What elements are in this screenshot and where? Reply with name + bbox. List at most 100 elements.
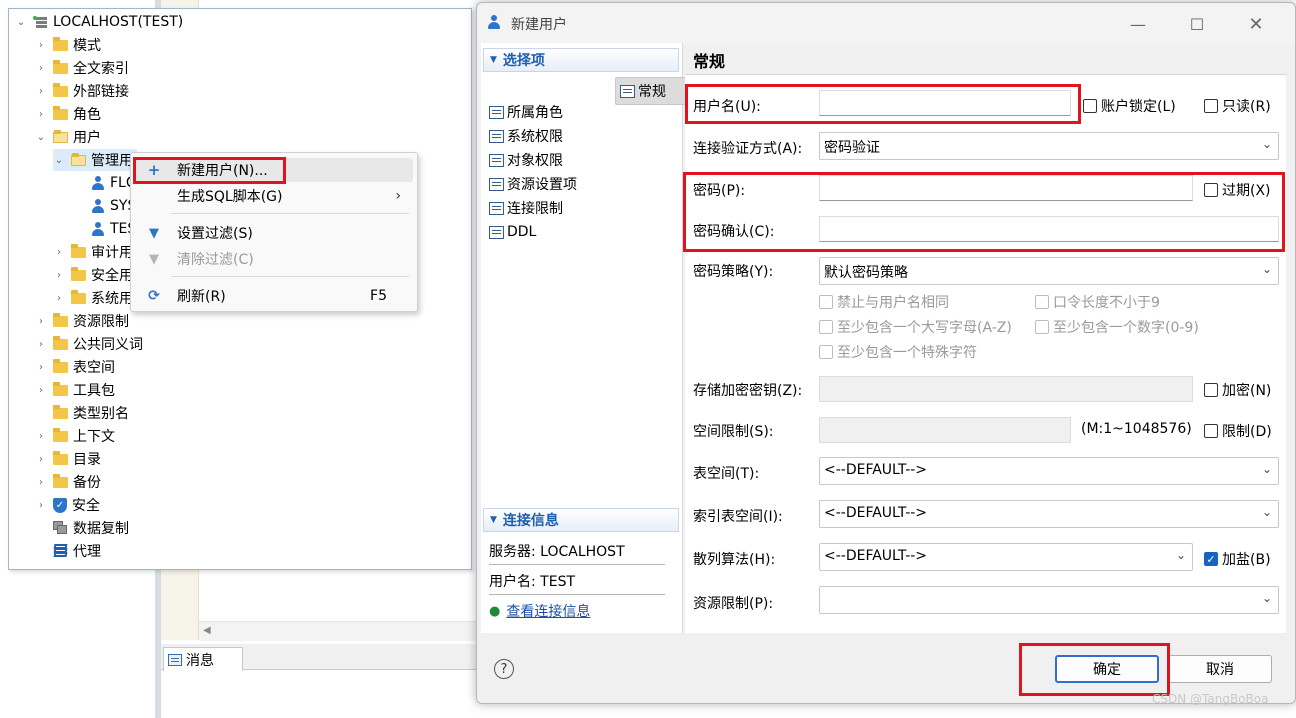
chevron-right-icon[interactable]: › bbox=[35, 108, 47, 120]
tree-item-audit-users[interactable]: › 审计用 bbox=[53, 241, 133, 263]
policy-not-username-checkbox[interactable]: 禁止与用户名相同 bbox=[819, 292, 949, 312]
menu-item-clear-filter[interactable]: ▼ 清除过滤(C) bbox=[135, 247, 413, 271]
tree-item-external-link[interactable]: › 外部链接 bbox=[35, 80, 129, 102]
collapse-icon[interactable]: ▼ bbox=[490, 515, 497, 525]
dialog-titlebar[interactable]: 新建用户 — ☐ ✕ bbox=[477, 3, 1295, 43]
tree-item-resource-limit[interactable]: › 资源限制 bbox=[35, 310, 129, 332]
chevron-right-icon[interactable]: › bbox=[35, 338, 47, 350]
policy-uppercase-checkbox[interactable]: 至少包含一个大写字母(A-Z) bbox=[819, 317, 1012, 337]
space-limit-range: (M:1~1048576) bbox=[1081, 421, 1192, 437]
tree-item-security[interactable]: › ✓ 安全 bbox=[35, 494, 100, 516]
view-connection-link[interactable]: ● 查看连接信息 bbox=[489, 597, 665, 625]
tree-item-roles[interactable]: › 角色 bbox=[35, 103, 101, 125]
tree-item-public-synonyms[interactable]: › 公共同义词 bbox=[35, 333, 143, 355]
tablespace-select[interactable]: <--DEFAULT--> ⌄ bbox=[819, 457, 1279, 485]
auth-method-select[interactable]: 密码验证 ⌄ bbox=[819, 132, 1279, 160]
maximize-icon[interactable]: ☐ bbox=[1182, 11, 1212, 37]
menu-divider bbox=[171, 276, 409, 277]
tree-item-replication[interactable]: 数据复制 bbox=[35, 517, 129, 539]
tree-item-user-flc[interactable]: FLC bbox=[91, 172, 136, 194]
space-limit-input[interactable] bbox=[819, 417, 1071, 443]
chevron-right-icon[interactable]: › bbox=[35, 361, 47, 373]
checkbox-box[interactable] bbox=[819, 345, 833, 359]
tree-item-packages[interactable]: › 工具包 bbox=[35, 379, 115, 401]
sidebar-item-system-privileges[interactable]: 系统权限 bbox=[489, 125, 569, 147]
index-tablespace-select[interactable]: <--DEFAULT--> ⌄ bbox=[819, 500, 1279, 528]
bottom-tabbar: 消息 bbox=[161, 644, 491, 671]
limit-checkbox[interactable]: 限制(D) bbox=[1204, 421, 1272, 441]
tree-item-security-users[interactable]: › 安全用 bbox=[53, 264, 133, 286]
tree-root[interactable]: ⌄ LOCALHOST(TEST) bbox=[15, 11, 183, 33]
chevron-right-icon[interactable]: › bbox=[35, 62, 47, 74]
checkmark-icon[interactable]: ✓ bbox=[1204, 552, 1218, 566]
tree-item-schema[interactable]: › 模式 bbox=[35, 34, 101, 56]
checkbox-box[interactable] bbox=[1204, 424, 1218, 438]
policy-min-length-checkbox[interactable]: 口令长度不小于9 bbox=[1035, 292, 1160, 312]
tree-item-fulltext[interactable]: › 全文索引 bbox=[35, 57, 129, 79]
resource-limit-select[interactable]: ⌄ bbox=[819, 586, 1279, 614]
view-connection-label[interactable]: 查看连接信息 bbox=[506, 601, 590, 621]
policy-special-char-checkbox[interactable]: 至少包含一个特殊字符 bbox=[819, 342, 977, 362]
checkbox-box[interactable] bbox=[819, 295, 833, 309]
encryption-key-input[interactable] bbox=[819, 376, 1193, 402]
tab-messages[interactable]: 消息 bbox=[163, 647, 243, 671]
cancel-button[interactable]: 取消 bbox=[1168, 655, 1272, 683]
checkbox-box[interactable] bbox=[1204, 383, 1218, 397]
tree-item-type-alias[interactable]: 类型别名 bbox=[35, 402, 129, 424]
chevron-right-icon[interactable]: › bbox=[53, 269, 65, 281]
chevron-right-icon[interactable]: › bbox=[35, 453, 47, 465]
tree-item-system-users[interactable]: › 系统用 bbox=[53, 287, 133, 309]
checkbox-box[interactable] bbox=[1035, 295, 1049, 309]
chevron-right-icon[interactable]: › bbox=[35, 315, 47, 327]
user-icon bbox=[487, 15, 501, 29]
collapse-icon[interactable]: ▼ bbox=[490, 55, 497, 65]
close-icon[interactable]: ✕ bbox=[1241, 11, 1271, 37]
checkbox-box[interactable] bbox=[819, 320, 833, 334]
tree-item-backup[interactable]: › 备份 bbox=[35, 471, 101, 493]
chevron-down-icon[interactable]: ⌄ bbox=[15, 16, 27, 28]
sidebar-item-object-privileges[interactable]: 对象权限 bbox=[489, 149, 569, 171]
checkbox-box[interactable] bbox=[1204, 99, 1218, 113]
chevron-right-icon[interactable]: › bbox=[53, 292, 65, 304]
menu-item-set-filter[interactable]: ▼ 设置过滤(S) bbox=[135, 221, 413, 245]
checkbox-box[interactable] bbox=[1035, 320, 1049, 334]
tree-item-directory[interactable]: › 目录 bbox=[35, 448, 101, 470]
encrypt-checkbox[interactable]: 加密(N) bbox=[1204, 380, 1271, 400]
chevron-right-icon[interactable]: › bbox=[35, 499, 47, 511]
minimize-icon[interactable]: — bbox=[1123, 11, 1153, 37]
policy-digit-checkbox[interactable]: 至少包含一个数字(0-9) bbox=[1035, 317, 1199, 337]
tree-item-label: 表空间 bbox=[73, 360, 115, 376]
tree-item-context[interactable]: › 上下文 bbox=[35, 425, 115, 447]
readonly-checkbox[interactable]: 只读(R) bbox=[1204, 96, 1271, 116]
sidebar-item-ddl[interactable]: DDL bbox=[489, 221, 542, 243]
connection-info-header[interactable]: ▼ 连接信息 bbox=[483, 508, 679, 532]
account-lock-checkbox[interactable]: 账户锁定(L) bbox=[1083, 96, 1176, 116]
tree-item-agent[interactable]: 代理 bbox=[35, 540, 101, 562]
chevron-right-icon[interactable]: › bbox=[35, 39, 47, 51]
chevron-right-icon[interactable]: › bbox=[35, 430, 47, 442]
sidebar-item-roles[interactable]: 所属角色 bbox=[489, 101, 569, 123]
chevron-down-icon[interactable]: ⌄ bbox=[35, 131, 47, 143]
sidebar-item-resource-settings[interactable]: 资源设置项 bbox=[489, 173, 583, 195]
chevron-right-icon[interactable]: › bbox=[35, 384, 47, 396]
folder-icon bbox=[53, 404, 68, 419]
chevron-right-icon[interactable]: › bbox=[35, 476, 47, 488]
tree-item-tablespace[interactable]: › 表空间 bbox=[35, 356, 115, 378]
chevron-right-icon[interactable]: › bbox=[53, 246, 65, 258]
tree-item-admin-users[interactable]: ⌄ 管理用 bbox=[53, 149, 137, 171]
horizontal-scrollbar[interactable]: ◀ bbox=[199, 621, 489, 641]
chevron-down-icon[interactable]: ⌄ bbox=[53, 154, 65, 166]
hash-algorithm-select[interactable]: <--DEFAULT--> ⌄ bbox=[819, 543, 1193, 571]
menu-item-refresh[interactable]: ⟳ 刷新(R) F5 bbox=[135, 284, 413, 308]
options-header[interactable]: ▼ 选择项 bbox=[483, 48, 679, 72]
checkbox-box[interactable] bbox=[1083, 99, 1097, 113]
salt-checkbox[interactable]: ✓ 加盐(B) bbox=[1204, 549, 1271, 569]
sidebar-item-connection-limit[interactable]: 连接限制 bbox=[489, 197, 569, 219]
chevron-down-icon: ⌄ bbox=[1261, 462, 1272, 476]
tree-item-users[interactable]: ⌄ 用户 bbox=[35, 126, 101, 148]
password-policy-select[interactable]: 默认密码策略 ⌄ bbox=[819, 257, 1279, 285]
chevron-right-icon[interactable]: › bbox=[35, 85, 47, 97]
menu-item-generate-sql[interactable]: 生成SQL脚本(G) › bbox=[135, 184, 413, 208]
scroll-left-icon[interactable]: ◀ bbox=[203, 625, 211, 636]
help-icon[interactable]: ? bbox=[494, 659, 514, 679]
